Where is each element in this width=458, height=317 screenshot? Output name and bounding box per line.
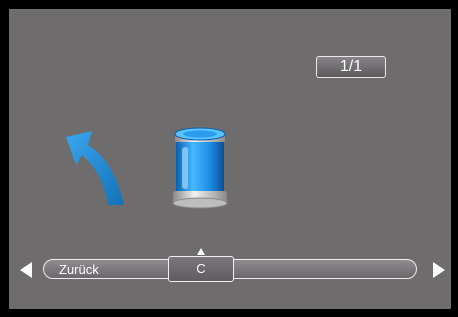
scroll-thumb[interactable]: C — [168, 256, 234, 282]
scrollbar[interactable]: Zurück C — [43, 256, 417, 282]
screen: 1/1 Zurück C — [9, 9, 451, 309]
back-label[interactable]: Zurück — [59, 261, 99, 279]
canister-icon[interactable] — [169, 125, 231, 209]
scroll-left-icon[interactable] — [20, 262, 32, 278]
back-arrow-icon[interactable] — [62, 127, 134, 207]
thumb-pointer-icon — [197, 248, 205, 255]
scroll-right-icon[interactable] — [433, 262, 445, 278]
page-counter: 1/1 — [316, 56, 386, 78]
